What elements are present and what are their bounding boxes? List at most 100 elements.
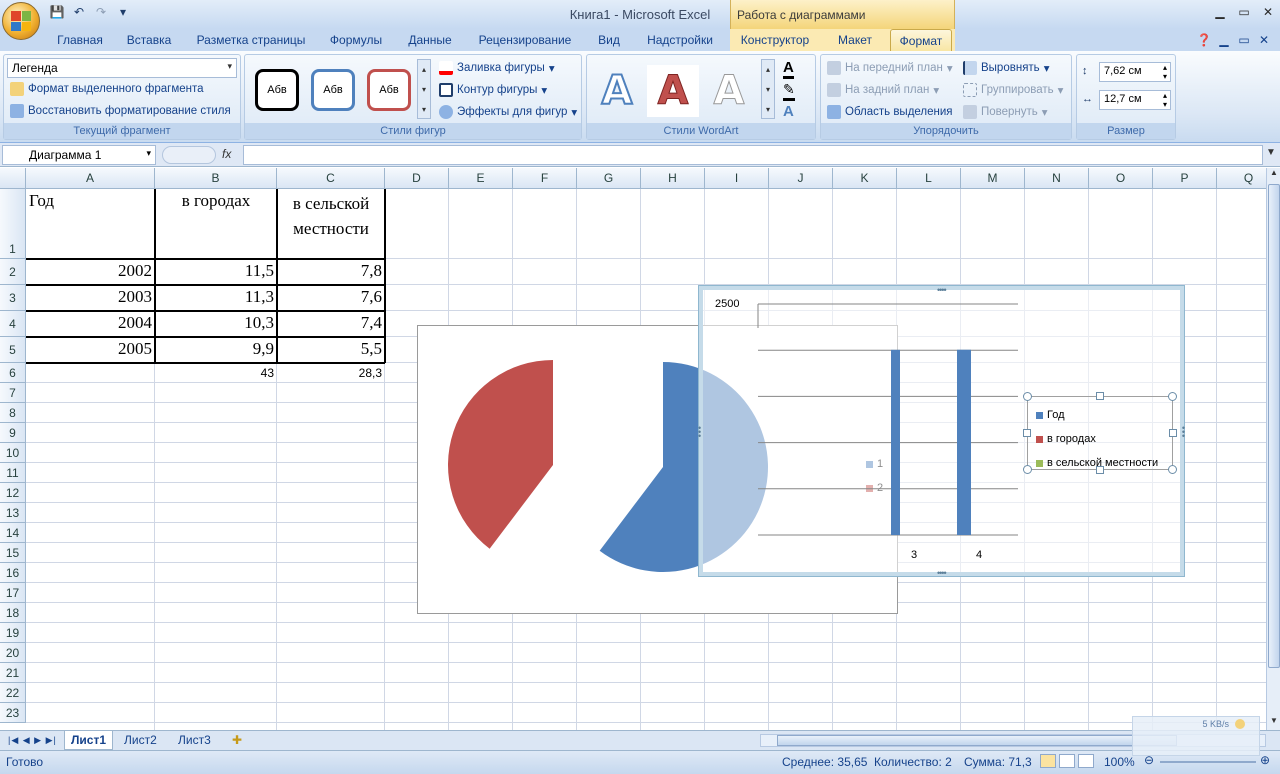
help-icon[interactable]: ❓ [1196,29,1212,51]
tab-data[interactable]: Данные [400,29,460,51]
row-header[interactable]: 21 [0,663,26,683]
scroll-down-icon[interactable]: ▼ [1268,716,1280,730]
format-selection-button[interactable]: Формат выделенного фрагмента [10,82,204,96]
row-header[interactable]: 18 [0,603,26,623]
resize-handle[interactable] [1096,392,1104,400]
cell-b1[interactable]: в городах [155,191,277,211]
table-cell[interactable]: 7,4 [277,313,385,333]
column-header[interactable]: P [1153,168,1217,189]
column-header[interactable]: M [961,168,1025,189]
column-header[interactable]: H [641,168,705,189]
resize-handle[interactable] [1168,392,1177,401]
bar-legend[interactable]: Год в городах в сельской местности [1023,392,1177,474]
shape-fill-button[interactable]: Заливка фигуры ▾ [439,61,555,75]
vertical-scrollbar[interactable]: ▲ ▼ [1266,168,1280,730]
office-button[interactable] [2,2,40,40]
resize-handle[interactable] [1023,392,1032,401]
wordart-style-3[interactable]: A [703,65,755,117]
resize-handle[interactable] [1023,429,1031,437]
expand-formula-icon[interactable]: ▼ [1266,147,1276,158]
column-header[interactable]: K [833,168,897,189]
height-input[interactable]: 7,62 см ▴ ▾ [1099,62,1171,82]
scroll-thumb[interactable] [1268,184,1280,668]
row-header[interactable]: 7 [0,383,26,403]
row-header[interactable]: 23 [0,703,26,723]
page-break-icon[interactable] [1078,754,1094,768]
cell-c1[interactable]: в сельской местности [277,191,385,241]
sheet-tab-1[interactable]: Лист1 [64,731,114,750]
row-header[interactable]: 2 [0,259,26,285]
insert-function-icon[interactable]: fx [222,147,231,161]
row-header[interactable]: 17 [0,583,26,603]
tab-insert[interactable]: Вставка [120,29,178,51]
name-box[interactable]: Диаграмма 1 ▾ [2,145,156,165]
shape-effects-button[interactable]: Эффекты для фигур ▾ [439,105,577,119]
tab-formulas[interactable]: Формулы [322,29,390,51]
row-header[interactable]: 5 [0,337,26,363]
bring-front-button[interactable]: На передний план ▾ [827,61,953,75]
ribbon-restore-icon[interactable]: ▭ [1236,29,1252,51]
text-effects-icon[interactable]: A [783,103,794,120]
tab-format[interactable]: Формат [890,29,952,51]
table-cell[interactable]: 9,9 [155,339,277,359]
column-header[interactable]: L [897,168,961,189]
column-header[interactable]: G [577,168,641,189]
shape-style-2[interactable]: Абв [311,69,355,111]
hscroll-thumb[interactable] [777,735,1177,746]
send-back-button[interactable]: На задний план ▾ [827,83,939,97]
ribbon-close-icon[interactable]: ✕ [1256,29,1272,51]
table-cell[interactable]: 2005 [26,339,155,359]
row-header[interactable]: 14 [0,523,26,543]
tab-design[interactable]: Конструктор [732,29,818,51]
column-header[interactable]: Q [1217,168,1266,189]
column-header[interactable]: D [385,168,449,189]
table-cell[interactable]: 10,3 [155,313,277,333]
zoom-level[interactable]: 100% [1104,755,1135,769]
row-header[interactable]: 4 [0,311,26,337]
bar-3[interactable] [891,349,900,535]
table-cell[interactable]: 2002 [26,261,155,281]
pie-slice-2[interactable] [447,360,553,549]
row-header[interactable]: 8 [0,403,26,423]
row-header[interactable]: 3 [0,285,26,311]
tab-layout[interactable]: Макет [828,29,882,51]
page-layout-icon[interactable] [1059,754,1075,768]
scroll-up-icon[interactable]: ▲ [1268,168,1280,182]
sheet-tab-3[interactable]: Лист3 [172,731,217,750]
close-icon[interactable]: ✕ [1258,5,1278,21]
column-header[interactable]: O [1089,168,1153,189]
reset-style-button[interactable]: Восстановить форматирование стиля [10,104,231,118]
row-header[interactable]: 6 [0,363,26,383]
column-header[interactable]: C [277,168,385,189]
tab-page-layout[interactable]: Разметка страницы [190,29,312,51]
resize-handle[interactable] [1168,465,1177,474]
row-header[interactable]: 9 [0,423,26,443]
ribbon-minimize-icon[interactable]: ▁ [1216,29,1232,51]
row-header[interactable]: 15 [0,543,26,563]
bar-chart-area[interactable]: 2500 3 4 Год в городах в сельской местно… [698,285,1185,578]
column-header[interactable]: F [513,168,577,189]
row-header[interactable]: 22 [0,683,26,703]
shape-style-1[interactable]: Абв [255,69,299,111]
table-cell[interactable]: 7,6 [277,287,385,307]
wordart-gallery-scroll[interactable]: ▴ ▾ ▾ [761,59,775,119]
row-header[interactable]: 12 [0,483,26,503]
column-header[interactable]: I [705,168,769,189]
tab-review[interactable]: Рецензирование [470,29,580,51]
zoom-in-icon[interactable]: ⊕ [1260,753,1270,767]
table-cell[interactable]: 11,3 [155,287,277,307]
wordart-style-2[interactable]: A [647,65,699,117]
spinner-icon[interactable]: ▴ ▾ [1163,91,1167,109]
row-header[interactable]: 1 [0,189,26,259]
tab-view[interactable]: Вид [590,29,628,51]
column-header[interactable]: B [155,168,277,189]
selection-pane-button[interactable]: Область выделения [827,105,953,119]
spinner-icon[interactable]: ▴ ▾ [1163,63,1167,81]
align-button[interactable]: Выровнять ▾ [963,61,1049,75]
sheet-nav-icon[interactable]: |◀ ◀ ▶ ▶| [2,731,63,750]
width-input[interactable]: 12,7 см ▴ ▾ [1099,90,1171,110]
wordart-style-1[interactable]: A [591,65,643,117]
table-cell[interactable]: 5,5 [277,339,385,359]
bar-4[interactable] [957,349,971,535]
row-header[interactable]: 19 [0,623,26,643]
